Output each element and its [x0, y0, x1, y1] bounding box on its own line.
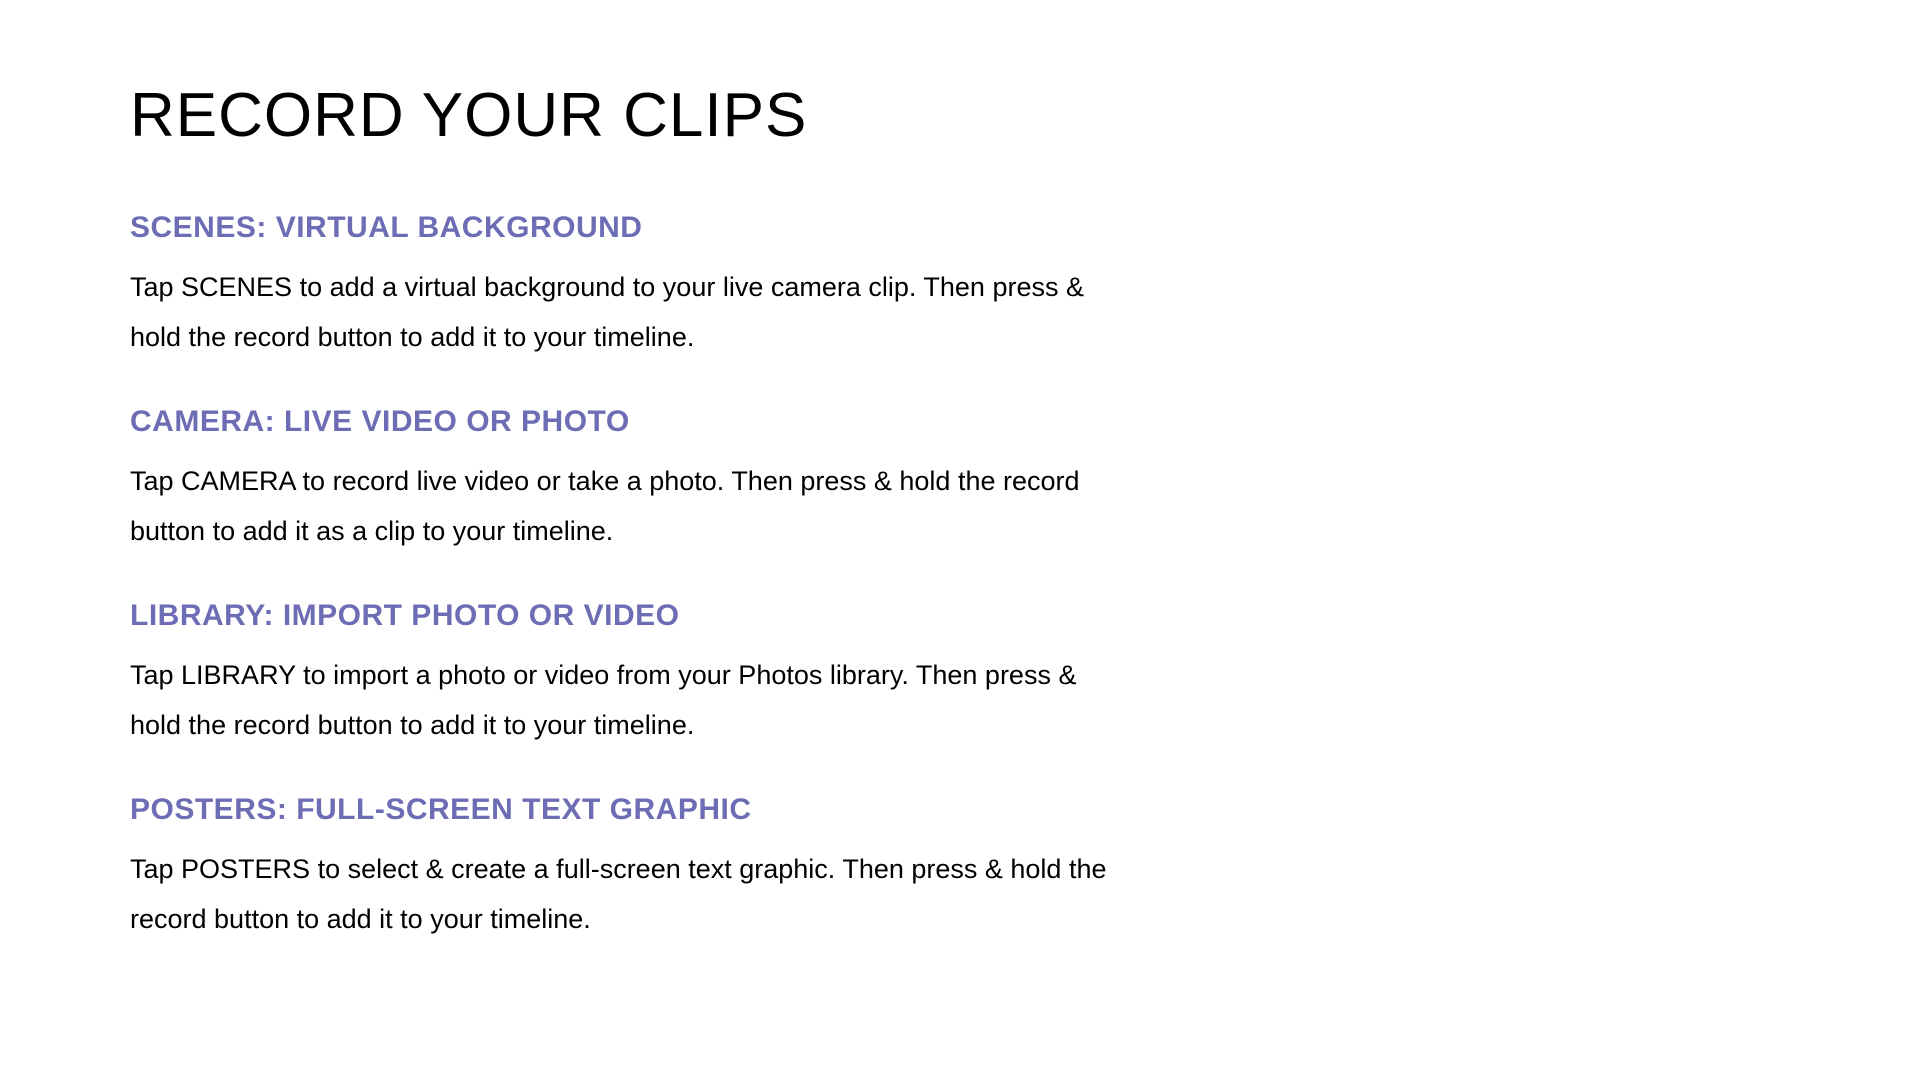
section-body-library: Tap LIBRARY to import a photo or video f…	[130, 651, 1110, 751]
section-body-camera: Tap CAMERA to record live video or take …	[130, 457, 1110, 557]
section-body-scenes: Tap SCENES to add a virtual background t…	[130, 263, 1110, 363]
section-heading-camera: CAMERA: LIVE VIDEO OR PHOTO	[130, 405, 1790, 439]
section-heading-scenes: SCENES: VIRTUAL BACKGROUND	[130, 211, 1790, 245]
section-heading-library: LIBRARY: IMPORT PHOTO OR VIDEO	[130, 599, 1790, 633]
section-library: LIBRARY: IMPORT PHOTO OR VIDEO Tap LIBRA…	[130, 599, 1790, 751]
section-body-posters: Tap POSTERS to select & create a full-sc…	[130, 845, 1110, 945]
section-scenes: SCENES: VIRTUAL BACKGROUND Tap SCENES to…	[130, 211, 1790, 363]
section-camera: CAMERA: LIVE VIDEO OR PHOTO Tap CAMERA t…	[130, 405, 1790, 557]
page-title: RECORD YOUR CLIPS	[130, 80, 1790, 151]
section-posters: POSTERS: FULL-SCREEN TEXT GRAPHIC Tap PO…	[130, 793, 1790, 945]
section-heading-posters: POSTERS: FULL-SCREEN TEXT GRAPHIC	[130, 793, 1790, 827]
